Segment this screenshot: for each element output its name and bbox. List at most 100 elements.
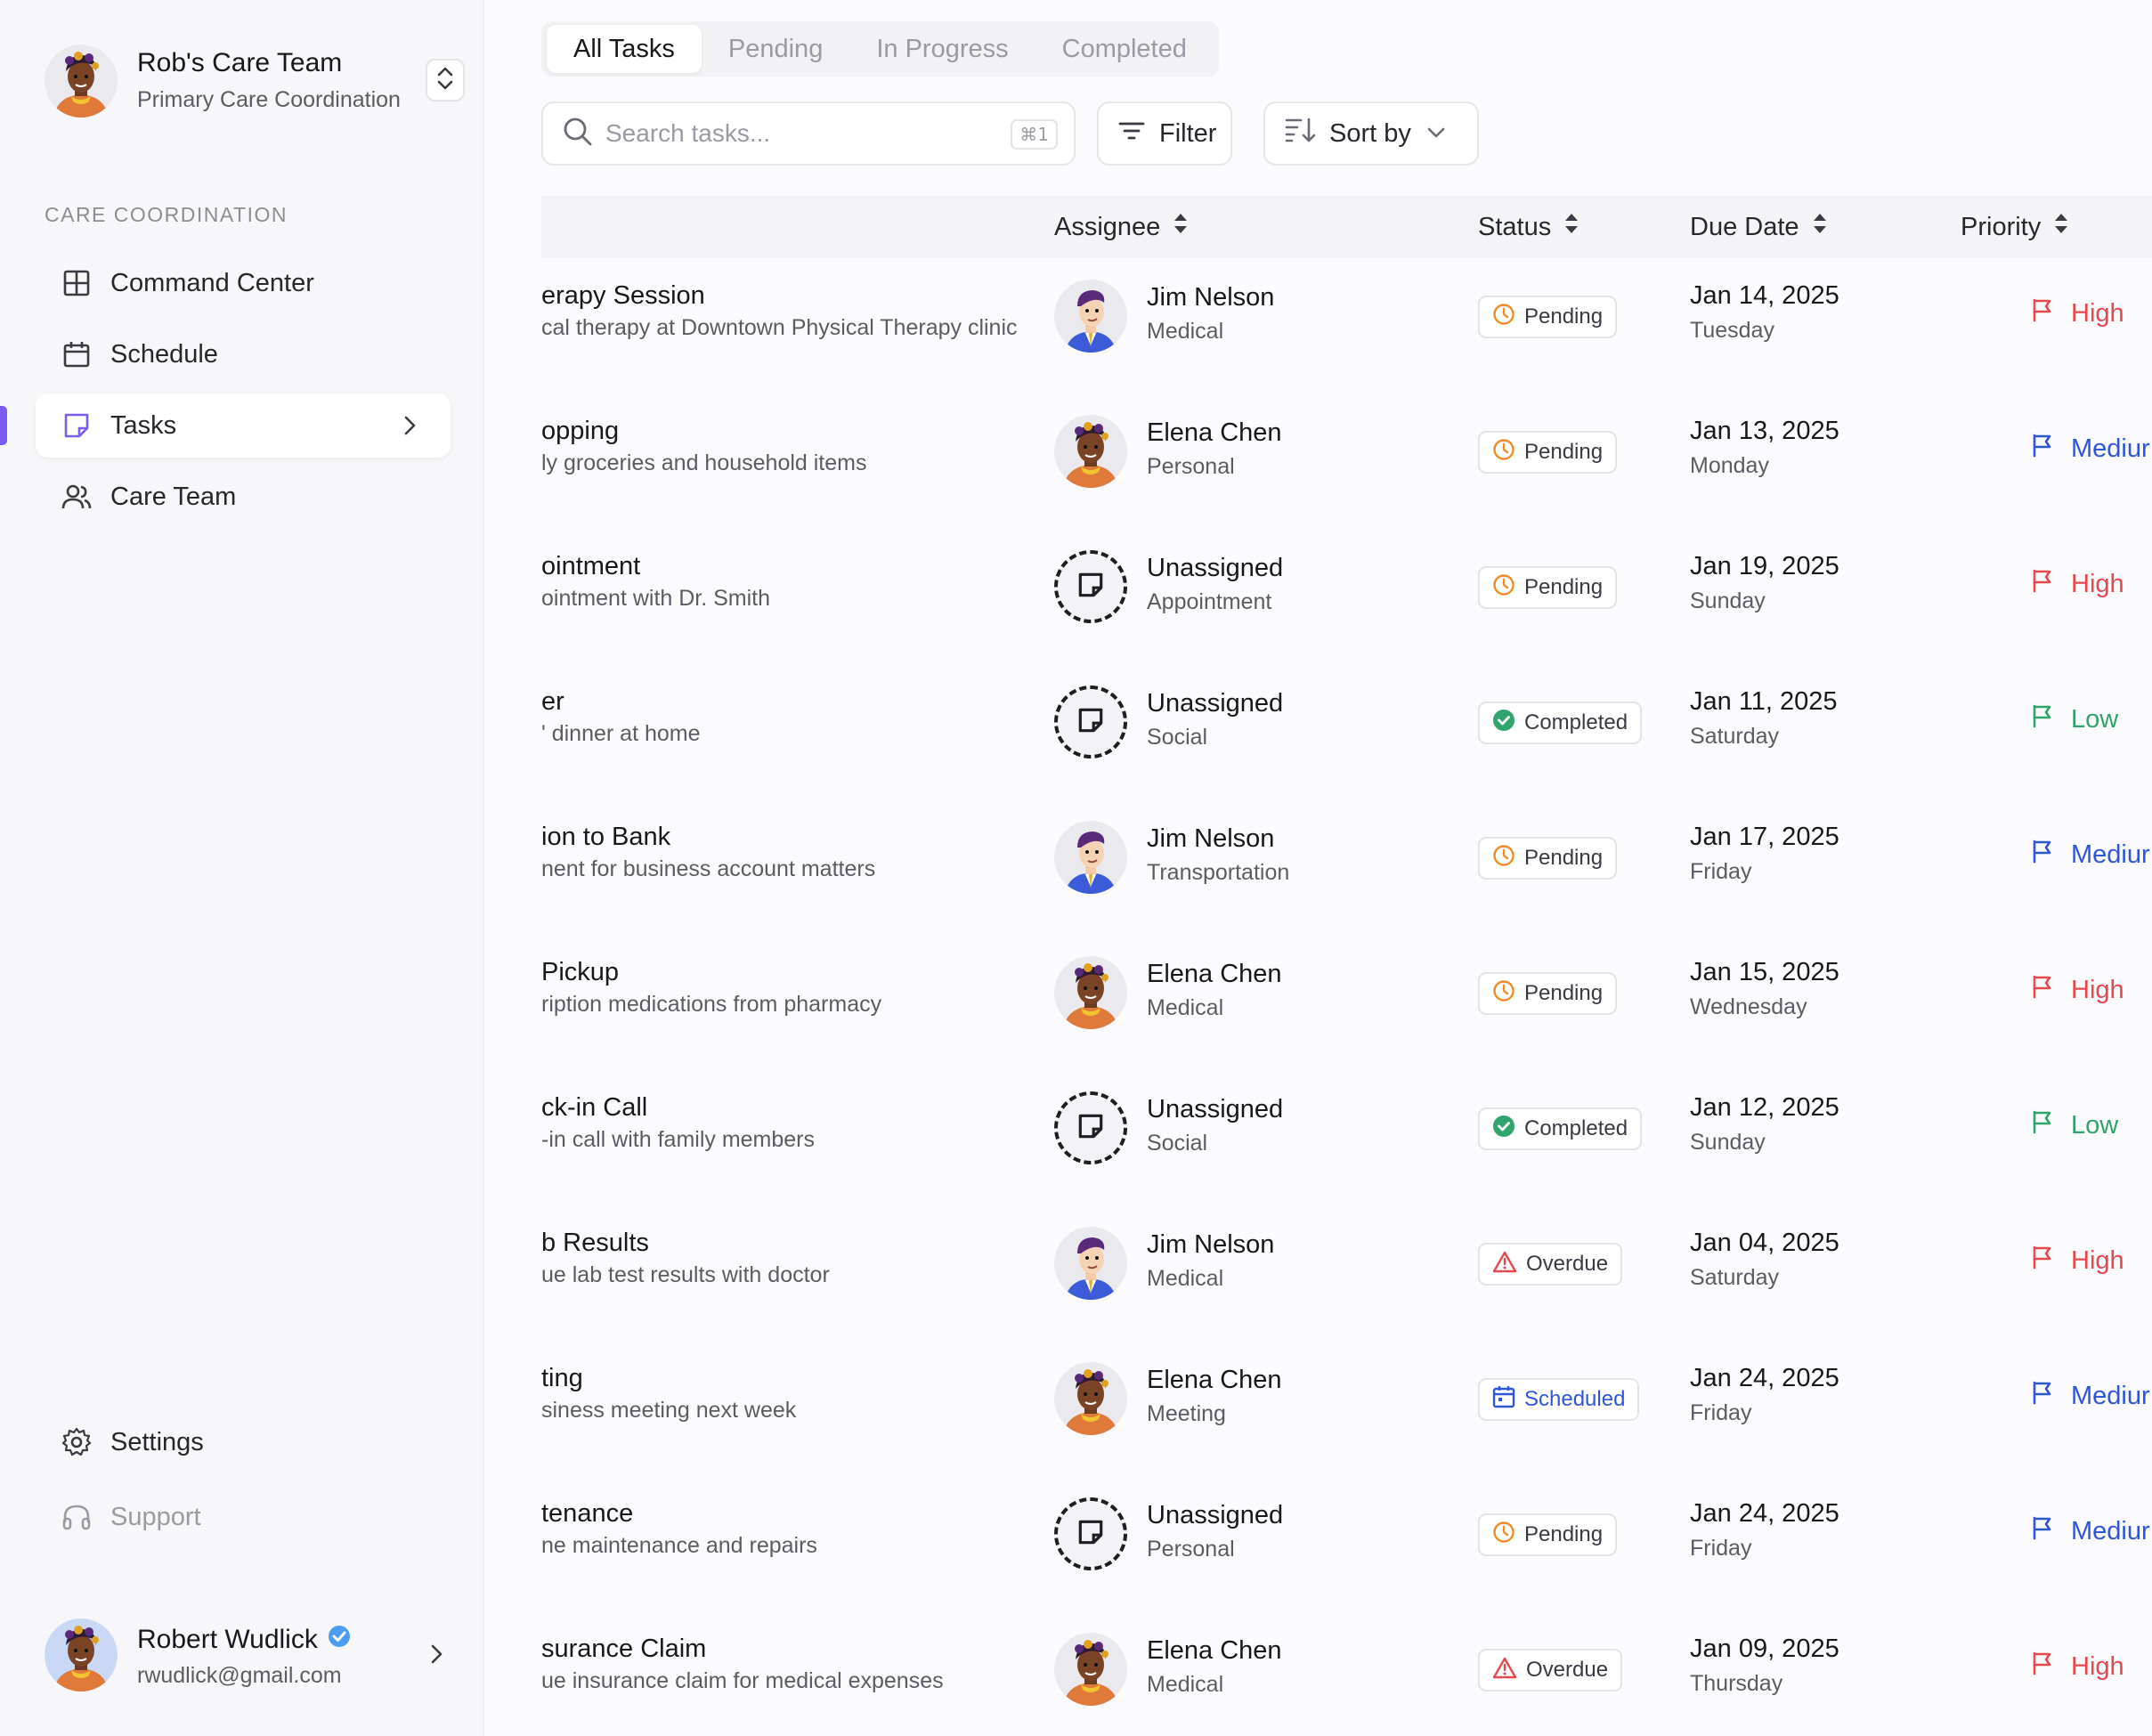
sidebar-item-settings[interactable]: Settings: [36, 1410, 451, 1474]
user-profile[interactable]: Robert Wudlick rwudlick@gmail.com: [45, 1618, 447, 1691]
due-day: Sunday: [1690, 588, 1766, 613]
flag-icon: [2030, 1109, 2055, 1141]
table-row[interactable]: tenance ne maintenance and repairs Unassig…: [541, 1464, 2152, 1599]
task-title: er: [541, 687, 564, 716]
tab-in-progress[interactable]: In Progress: [849, 25, 1035, 73]
due-date: Jan 15, 2025: [1690, 958, 1839, 986]
assignee-cell[interactable]: Unassigned Social: [1054, 685, 1410, 758]
task-cell: surance Claim ue insurance claim for medi…: [541, 1599, 1040, 1734]
assignee-cell[interactable]: Unassigned Personal: [1054, 1497, 1410, 1570]
task-description: ne maintenance and repairs: [541, 1533, 817, 1558]
priority-label: High: [2071, 975, 2124, 1004]
assignee-cell[interactable]: Jim Nelson Transportation: [1054, 821, 1410, 894]
filter-button[interactable]: Filter: [1097, 101, 1232, 166]
headphones-icon: [61, 1501, 93, 1533]
status-badge: Pending: [1478, 431, 1618, 474]
sidebar-item-tasks[interactable]: Tasks: [36, 393, 451, 458]
priority-cell: High: [2030, 297, 2152, 329]
priority-cell: High: [2030, 974, 2152, 1006]
search-box: ⌘1: [541, 101, 1076, 166]
task-title: opping: [541, 417, 620, 445]
table-row[interactable]: ck-in Call -in call with family members Un…: [541, 1058, 2152, 1193]
sidebar: Rob's Care Team Primary Care Coordinatio…: [0, 0, 484, 1736]
assignee-name: Unassigned: [1147, 1501, 1284, 1529]
assignee-cell[interactable]: Elena Chen Meeting: [1054, 1362, 1410, 1435]
task-tabs: All Tasks Pending In Progress Completed: [541, 21, 1219, 77]
flag-icon: [2030, 1515, 2055, 1547]
due-day: Friday: [1690, 1536, 1752, 1561]
table-row[interactable]: erapy Session cal therapy at Downtown Phy…: [541, 246, 2152, 381]
sidebar-item-command-center[interactable]: Command Center: [36, 251, 451, 315]
table-row[interactable]: ointment ointment with Dr. Smith Unassigne…: [541, 516, 2152, 652]
sidebar-item-care-team[interactable]: Care Team: [36, 465, 451, 529]
sidebar-item-support[interactable]: Support: [36, 1485, 451, 1549]
warning-icon: [1492, 1250, 1517, 1279]
status-badge: Scheduled: [1478, 1378, 1640, 1421]
task-cell: tenance ne maintenance and repairs: [541, 1464, 1040, 1599]
user-name-text: Robert Wudlick: [137, 1625, 318, 1654]
due-date-cell: Jan 04, 2025 Saturday: [1690, 1229, 1839, 1291]
tab-completed[interactable]: Completed: [1035, 25, 1214, 73]
team-switcher[interactable]: Rob's Care Team Primary Care Coordinatio…: [45, 45, 465, 118]
table-row[interactable]: Pickup ription medications from pharmacy E…: [541, 922, 2152, 1058]
team-avatar: [45, 45, 118, 118]
priority-cell: Low: [2030, 1109, 2152, 1141]
assignee-avatar: [1054, 280, 1127, 353]
tab-pending[interactable]: Pending: [702, 25, 849, 73]
table-row[interactable]: ion to Bank nent for business account mat…: [541, 787, 2152, 922]
due-date: Jan 12, 2025: [1690, 1093, 1839, 1122]
assignee-name: Elena Chen: [1147, 1636, 1282, 1665]
verified-badge-icon: [327, 1624, 352, 1656]
assignee-category: Medical: [1147, 1266, 1224, 1291]
users-icon: [61, 481, 93, 513]
team-switch-button[interactable]: [426, 59, 465, 101]
assignee-cell[interactable]: Jim Nelson Medical: [1054, 280, 1410, 353]
status-badge: Pending: [1478, 837, 1618, 880]
assignee-cell[interactable]: Elena Chen Medical: [1054, 956, 1410, 1029]
assignee-category: Medical: [1147, 995, 1224, 1020]
clock-icon: [1492, 438, 1515, 467]
priority-label: High: [2071, 1651, 2124, 1681]
assignee-cell[interactable]: Elena Chen Personal: [1054, 415, 1410, 488]
flag-icon: [2030, 703, 2055, 735]
filter-icon: [1118, 119, 1145, 149]
unassigned-avatar: [1054, 685, 1127, 758]
calendar-icon: [1492, 1385, 1515, 1415]
table-row[interactable]: er ' dinner at home Unassigned Social Comple…: [541, 652, 2152, 787]
due-date: Jan 17, 2025: [1690, 823, 1839, 851]
task-description: ointment with Dr. Smith: [541, 586, 771, 611]
assignee-category: Personal: [1147, 454, 1235, 479]
due-day: Wednesday: [1690, 994, 1807, 1019]
active-indicator: [0, 406, 7, 445]
task-title: ointment: [541, 552, 641, 580]
sort-arrows-icon: [1812, 210, 1828, 244]
sidebar-item-schedule[interactable]: Schedule: [36, 322, 451, 386]
sidebar-item-label: Tasks: [110, 410, 177, 440]
assignee-name: Jim Nelson: [1147, 824, 1275, 853]
sidebar-item-label: Care Team: [110, 482, 237, 511]
tab-all-tasks[interactable]: All Tasks: [547, 25, 702, 73]
chevron-right-icon: [426, 1642, 447, 1671]
assignee-cell[interactable]: Unassigned Social: [1054, 1091, 1410, 1164]
sort-button[interactable]: Sort by: [1263, 101, 1479, 166]
table-row[interactable]: b Results ue lab test results with doctor…: [541, 1193, 2152, 1328]
unassigned-avatar: [1054, 1497, 1127, 1570]
search-input[interactable]: [605, 119, 979, 148]
assignee-category: Social: [1147, 1131, 1208, 1156]
status-badge: Pending: [1478, 1513, 1618, 1556]
assignee-cell[interactable]: Jim Nelson Medical: [1054, 1227, 1410, 1300]
priority-cell: Low: [2030, 703, 2152, 735]
table-row[interactable]: ting siness meeting next week Elena Chen Me…: [541, 1328, 2152, 1464]
calendar-icon: [61, 338, 93, 370]
table-row[interactable]: opping ly groceries and household items El…: [541, 381, 2152, 516]
task-description: ue insurance claim for medical expenses: [541, 1668, 944, 1693]
due-date: Jan 09, 2025: [1690, 1635, 1839, 1663]
assignee-cell[interactable]: Elena Chen Medical: [1054, 1633, 1410, 1706]
assignee-category: Medical: [1147, 1672, 1224, 1697]
table-row[interactable]: surance Claim ue insurance claim for medi…: [541, 1599, 2152, 1734]
task-title: ting: [541, 1364, 583, 1392]
assignee-avatar: [1054, 1633, 1127, 1706]
assignee-cell[interactable]: Unassigned Appointment: [1054, 550, 1410, 623]
due-date-cell: Jan 12, 2025 Sunday: [1690, 1093, 1839, 1156]
status-badge: Completed: [1478, 702, 1643, 744]
